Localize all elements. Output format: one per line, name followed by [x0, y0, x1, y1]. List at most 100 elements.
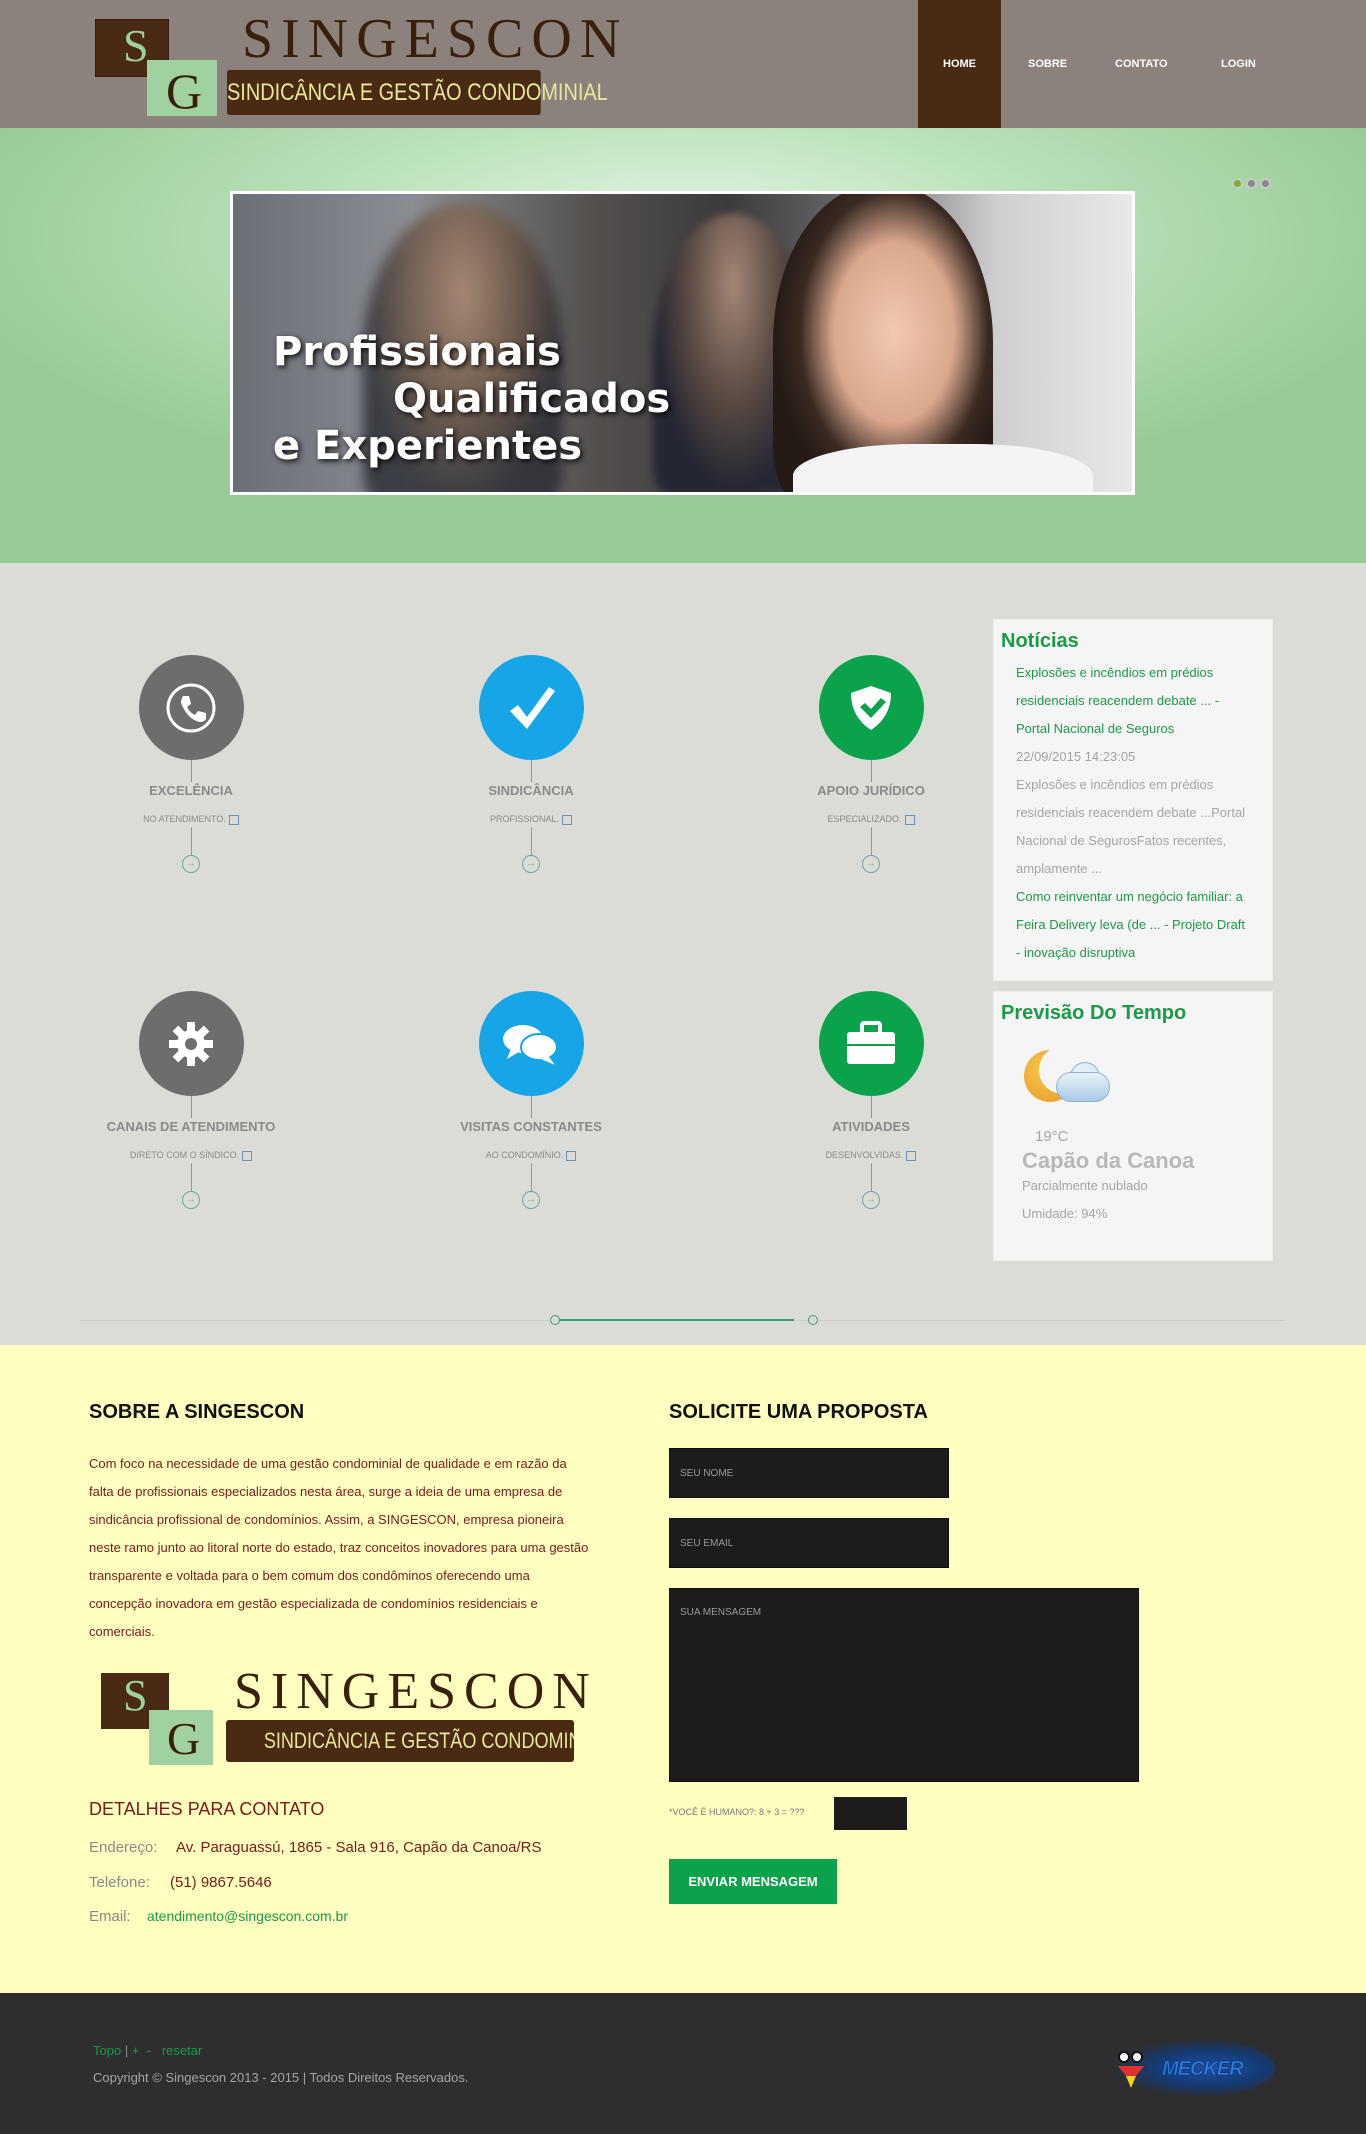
arrow-right-icon[interactable]: →	[522, 854, 540, 873]
message-textarea[interactable]: SUA MENSAGEM	[669, 1588, 1139, 1782]
copyright-text: Copyright © Singescon 2013 - 2015 | Todo…	[93, 2070, 469, 2085]
news-widget: Notícias Explosões e incêndios em prédio…	[993, 619, 1273, 981]
captcha-input[interactable]	[834, 1797, 907, 1830]
news-list: Explosões e incêndios em prédios residen…	[994, 659, 1272, 967]
font-decrease-link[interactable]: -	[147, 2043, 151, 2058]
nav-sobre[interactable]: SOBRE	[1028, 0, 1067, 128]
logo-letter-g: G	[166, 63, 203, 119]
hero-slider: Profissionais Qualificados e Experientes	[0, 128, 1366, 563]
feature-subtitle[interactable]: PROFISSIONAL.	[421, 814, 641, 825]
feature-subtitle[interactable]: NO ATENDIMENTO.	[81, 814, 301, 825]
feature-subtitle[interactable]: AO CONDOMÍNIO.	[421, 1150, 641, 1161]
logo-brand-name: SINGESCON	[234, 1663, 598, 1720]
feature-subtitle-text: DESENVOLVIDAS.	[825, 1150, 904, 1160]
email-input[interactable]: SEU EMAIL	[669, 1518, 949, 1568]
connector-line	[870, 760, 872, 782]
section-divider	[80, 1315, 1285, 1325]
about-logo: S G SINGESCON SINDICÂNCIA E GESTÃO CONDO…	[101, 1663, 590, 1765]
feature-atividades: ATIVIDADES DESENVOLVIDAS. →	[761, 991, 981, 1209]
slider-dot-1[interactable]	[1232, 178, 1243, 189]
feature-circle[interactable]	[478, 655, 584, 760]
slider-pagination	[1232, 178, 1271, 189]
feature-circle[interactable]	[138, 655, 244, 760]
briefcase-icon	[847, 1020, 895, 1064]
logo-tagline-text: SINDICÂNCIA E GESTÃO CONDOMINIAL	[263, 1728, 574, 1753]
hero-line-2: Qualificados	[393, 376, 671, 422]
connector-line	[190, 1162, 192, 1191]
partner-logo[interactable]: MECKER	[1110, 2038, 1275, 2098]
feature-sindicancia: SINDICÂNCIA PROFISSIONAL. →	[421, 655, 641, 873]
divider-circle-right	[808, 1315, 818, 1325]
feature-subtitle[interactable]: DIRETO COM O SÍNDICO.	[81, 1150, 301, 1161]
feature-circle[interactable]	[478, 991, 584, 1096]
name-input[interactable]: SEU NOME	[669, 1448, 949, 1498]
arrow-right-icon[interactable]: →	[862, 1190, 880, 1209]
divider-circle-left	[550, 1315, 560, 1325]
gear-icon	[169, 1021, 213, 1066]
arrow-right-icon[interactable]: →	[182, 1190, 200, 1209]
connector-line	[190, 1096, 192, 1118]
weather-city: Capão da Canoa	[1022, 1148, 1195, 1173]
white-shirt	[793, 444, 1093, 492]
hero-slide-image: Profissionais Qualificados e Experientes	[233, 194, 1132, 492]
font-reset-link[interactable]: resetar	[162, 2043, 202, 2058]
weather-widget: Previsão Do Tempo 19°C Capão da Canoa Pa…	[993, 991, 1273, 1261]
logo-letter-s: S	[123, 20, 149, 71]
feature-title: EXCELÊNCIA	[145, 783, 237, 798]
feature-subtitle[interactable]: ESPECIALIZADO.	[761, 814, 981, 825]
feature-circle[interactable]	[818, 655, 924, 760]
news-item-link[interactable]: Explosões e incêndios em prédios residen…	[1016, 659, 1252, 743]
phone-label: Telefone:	[89, 1874, 150, 1891]
feature-canais-de-atendimento: CANAIS DE ATENDIMENTO DIRETO COM O SÍNDI…	[81, 991, 301, 1209]
site-logo[interactable]: S G SINGESCON SINDICÂNCIA E GESTÃO CONDO…	[95, 8, 620, 119]
hero-line-3: e Experientes	[273, 423, 583, 469]
feature-subtitle-text: NO ATENDIMENTO.	[143, 814, 226, 824]
feature-circle[interactable]	[138, 991, 244, 1096]
connector-line	[870, 826, 872, 855]
arrow-right-icon[interactable]: →	[522, 1190, 540, 1209]
email-label: Email:	[89, 1908, 131, 1925]
weather-humidity: Umidade: 94%	[1022, 1206, 1108, 1221]
feature-subtitle-text: ESPECIALIZADO.	[827, 814, 902, 824]
hero-slide[interactable]: Profissionais Qualificados e Experientes	[230, 191, 1135, 495]
feature-subtitle[interactable]: DESENVOLVIDAS.	[761, 1150, 981, 1161]
feature-circle[interactable]	[818, 991, 924, 1096]
cloud-shape	[1056, 1072, 1110, 1102]
address-label: Endereço:	[89, 1839, 158, 1856]
footer-separator: |	[124, 2043, 132, 2058]
feature-subtitle-text: DIRETO COM O SÍNDICO.	[129, 1150, 240, 1160]
arrow-right-icon[interactable]: →	[862, 854, 880, 873]
font-increase-link[interactable]: +	[132, 2043, 140, 2058]
nav-home[interactable]: HOME	[918, 0, 1001, 128]
news-item-summary: Explosões e incêndios em prédios residen…	[1016, 777, 1246, 876]
divider-accent	[554, 1319, 794, 1321]
phone-icon	[166, 683, 216, 732]
connector-line	[530, 1096, 532, 1118]
send-message-button[interactable]: ENVIAR MENSAGEM	[669, 1859, 837, 1904]
nav-contato[interactable]: CONTATO	[1115, 0, 1168, 128]
site-footer: Topo | + - resetar Copyright © Singescon…	[0, 1993, 1366, 2134]
mascot-icon	[1118, 2051, 1144, 2088]
about-text: Com foco na necessidade de uma gestão co…	[89, 1456, 589, 1639]
contact-phone: Telefone: (51) 9867.5646	[89, 1874, 272, 1891]
weather-temperature: 19°C	[1035, 1128, 1069, 1145]
feature-visitas-constantes: VISITAS CONSTANTES AO CONDOMÍNIO. →	[421, 991, 641, 1209]
weather-condition: Parcialmente nublado	[1022, 1178, 1148, 1193]
contact-details-title: DETALHES PARA CONTATO	[89, 1799, 325, 1819]
email-link[interactable]: atendimento@singescon.com.br	[147, 1908, 348, 1924]
connector-line	[870, 1096, 872, 1118]
slider-dot-3[interactable]	[1260, 178, 1271, 189]
features-section: EXCELÊNCIA NO ATENDIMENTO. → SINDICÂNCIA…	[0, 563, 1366, 1345]
feature-apoio-juridico: APOIO JURÍDICO ESPECIALIZADO. →	[761, 655, 981, 873]
news-title: Notícias	[1001, 630, 1079, 652]
back-to-top-link[interactable]: Topo	[93, 2043, 121, 2058]
external-link-icon	[904, 814, 915, 825]
arrow-right-icon[interactable]: →	[182, 854, 200, 873]
nav-login[interactable]: LOGIN	[1221, 0, 1256, 128]
slider-dot-2[interactable]	[1246, 178, 1257, 189]
news-item-link[interactable]: Como reinventar um negócio familiar: a F…	[1016, 883, 1252, 967]
about-title: SOBRE A SINGESCON	[89, 1401, 305, 1423]
phone-value: (51) 9867.5646	[170, 1874, 272, 1891]
external-link-icon	[228, 814, 239, 825]
connector-line	[870, 1162, 872, 1191]
